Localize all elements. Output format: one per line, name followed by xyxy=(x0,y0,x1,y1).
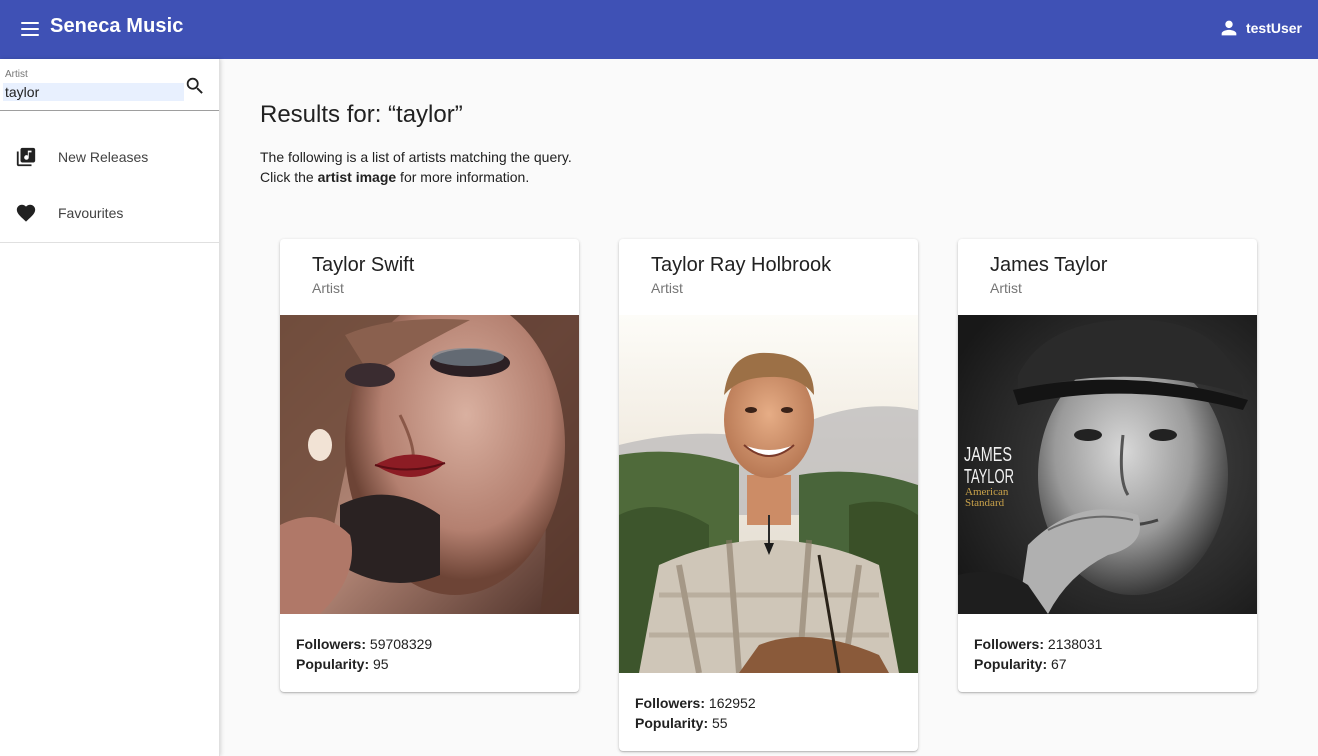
artist-stats: Followers: 162952 Popularity: 55 xyxy=(635,693,756,733)
popularity-value: 67 xyxy=(1051,656,1067,672)
description-text: for more information. xyxy=(396,169,530,185)
followers-row: Followers: 2138031 xyxy=(974,634,1102,654)
sidebar-item-label: New Releases xyxy=(58,149,149,165)
top-app-bar: Seneca Music testUser xyxy=(0,0,1318,59)
followers-label: Followers: xyxy=(296,636,367,652)
artist-card: Taylor Swift Artist Followers: 59708329 … xyxy=(280,239,579,692)
artist-type: Artist xyxy=(312,280,344,296)
user-menu-button[interactable]: testUser xyxy=(1218,15,1302,41)
page-title: Results for: “taylor” xyxy=(260,101,463,128)
followers-value: 59708329 xyxy=(369,636,433,652)
results-description: The following is a list of artists match… xyxy=(260,147,572,187)
artist-image[interactable]: JAMES TAYLOR American Standard xyxy=(958,315,1257,614)
followers-label: Followers: xyxy=(974,636,1045,652)
artist-name: Taylor Swift xyxy=(312,254,415,276)
popularity-label: Popularity: xyxy=(635,715,709,731)
menu-icon[interactable] xyxy=(18,17,42,41)
search-label: Artist xyxy=(5,69,28,80)
followers-value: 162952 xyxy=(708,695,756,711)
popularity-row: Popularity: 55 xyxy=(635,713,756,733)
popularity-value: 95 xyxy=(373,656,389,672)
user-name: testUser xyxy=(1245,20,1302,36)
album-cover-text: JAMES xyxy=(964,444,1012,466)
nav-list: New Releases Favourites xyxy=(0,111,219,243)
sidebar: Artist New Releases Favourites xyxy=(0,59,220,756)
album-cover-text: Standard xyxy=(965,497,1005,509)
popularity-row: Popularity: 95 xyxy=(296,654,432,674)
heart-icon xyxy=(16,204,36,222)
artist-name: James Taylor xyxy=(990,254,1108,276)
artist-search: Artist xyxy=(0,59,219,111)
artist-stats: Followers: 59708329 Popularity: 95 xyxy=(296,634,432,674)
artist-type: Artist xyxy=(651,280,683,296)
description-text: Click the xyxy=(260,169,318,185)
search-icon[interactable] xyxy=(184,75,206,97)
artist-image[interactable] xyxy=(619,315,918,673)
artist-search-input[interactable] xyxy=(3,83,184,101)
sidebar-item-new-releases[interactable]: New Releases xyxy=(0,133,219,181)
popularity-label: Popularity: xyxy=(974,656,1048,672)
artist-name: Taylor Ray Holbrook xyxy=(651,254,832,276)
main-content: Results for: “taylor” The following is a… xyxy=(220,59,1318,756)
popularity-label: Popularity: xyxy=(296,656,370,672)
description-emphasis: artist image xyxy=(317,169,397,185)
sidebar-item-favourites[interactable]: Favourites xyxy=(0,189,219,237)
artist-stats: Followers: 2138031 Popularity: 67 xyxy=(974,634,1102,674)
artist-type: Artist xyxy=(990,280,1022,296)
popularity-value: 55 xyxy=(712,715,728,731)
library-music-icon xyxy=(16,147,36,167)
artist-card: Taylor Ray Holbrook Artist Followers: 16… xyxy=(619,239,918,751)
followers-row: Followers: 59708329 xyxy=(296,634,432,654)
sidebar-item-label: Favourites xyxy=(58,205,124,221)
person-icon xyxy=(1221,20,1237,36)
followers-row: Followers: 162952 xyxy=(635,693,756,713)
popularity-row: Popularity: 67 xyxy=(974,654,1102,674)
description-line-2: Click the artist image for more informat… xyxy=(260,167,572,187)
album-cover-text: TAYLOR xyxy=(964,466,1014,488)
app-title[interactable]: Seneca Music xyxy=(50,15,184,38)
artist-card: James Taylor Artist JAMES TAYLOR America… xyxy=(958,239,1257,692)
description-line-1: The following is a list of artists match… xyxy=(260,149,572,165)
followers-value: 2138031 xyxy=(1047,636,1103,652)
followers-label: Followers: xyxy=(635,695,706,711)
artist-image[interactable] xyxy=(280,315,579,614)
